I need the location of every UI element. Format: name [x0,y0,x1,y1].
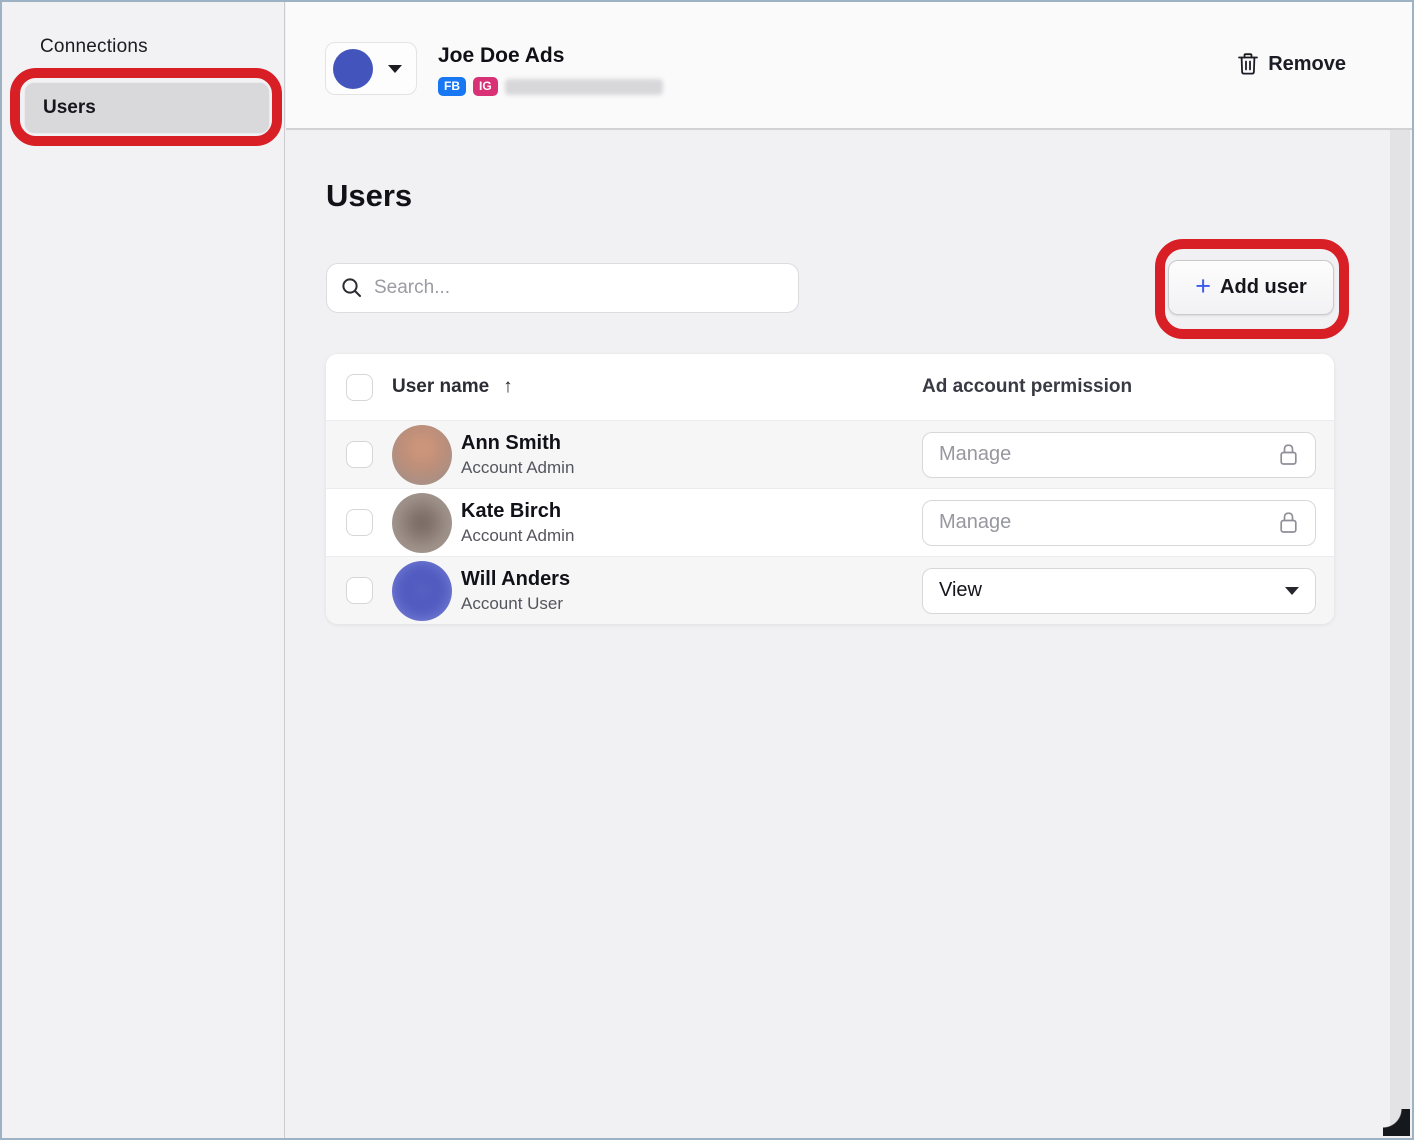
table-row: Ann Smith Account Admin Manage [326,420,1334,488]
sidebar-item-connections[interactable]: Connections [40,36,148,58]
select-all-checkbox[interactable] [346,374,373,401]
permission-dropdown[interactable]: View [922,568,1316,614]
permission-field-locked: Manage [922,500,1316,546]
user-avatar [392,561,452,621]
search-box [326,263,799,313]
trash-icon [1237,52,1259,76]
sidebar-item-users[interactable]: Users [24,82,270,134]
redacted-account-id [505,79,663,95]
window-corner [1383,1109,1410,1136]
plus-icon: + [1195,273,1211,300]
remove-label: Remove [1268,53,1346,76]
row-checkbox[interactable] [346,441,373,468]
user-role: Account Admin [461,526,574,546]
account-name: Joe Doe Ads [438,44,663,68]
column-header-user-name[interactable]: User name [392,376,489,398]
lock-icon [1278,510,1299,535]
chevron-down-icon [1285,587,1299,595]
user-role: Account User [461,594,570,614]
app-window: Connections Users Joe Doe Ads FB IG [0,0,1414,1140]
row-checkbox[interactable] [346,577,373,604]
add-user-label: Add user [1220,276,1307,299]
user-role: Account Admin [461,458,574,478]
user-name: Kate Birch [461,500,574,523]
instagram-badge: IG [473,77,498,96]
main-content: Users + Add user User name [287,132,1412,1138]
account-switcher-button[interactable] [325,42,417,95]
chevron-down-icon [388,65,402,73]
add-user-button[interactable]: + Add user [1168,260,1334,315]
user-name: Ann Smith [461,432,574,455]
row-checkbox[interactable] [346,509,373,536]
table-row: Kate Birch Account Admin Manage [326,488,1334,556]
user-avatar [392,425,452,485]
column-header-permission: Ad account permission [922,376,1334,398]
users-table: User name ↑ Ad account permission Ann Sm… [326,354,1334,624]
lock-icon [1278,442,1299,467]
permission-value: Manage [939,443,1011,466]
permission-value: Manage [939,511,1011,534]
remove-button[interactable]: Remove [1237,52,1346,76]
facebook-badge: FB [438,77,466,96]
table-header-row: User name ↑ Ad account permission [326,354,1334,420]
header: Joe Doe Ads FB IG Remove [286,2,1412,130]
permission-field-locked: Manage [922,432,1316,478]
user-name: Will Anders [461,568,570,591]
vertical-scrollbar[interactable] [1390,130,1410,1136]
account-avatar [333,49,373,89]
permission-value: View [939,579,982,602]
sort-ascending-icon[interactable]: ↑ [503,376,513,398]
user-avatar [392,493,452,553]
account-info: Joe Doe Ads FB IG [438,44,663,96]
search-icon [341,277,363,299]
sidebar: Connections Users [2,2,285,1138]
table-row: Will Anders Account User View [326,556,1334,624]
page-title: Users [326,178,412,214]
search-input[interactable] [374,277,784,299]
